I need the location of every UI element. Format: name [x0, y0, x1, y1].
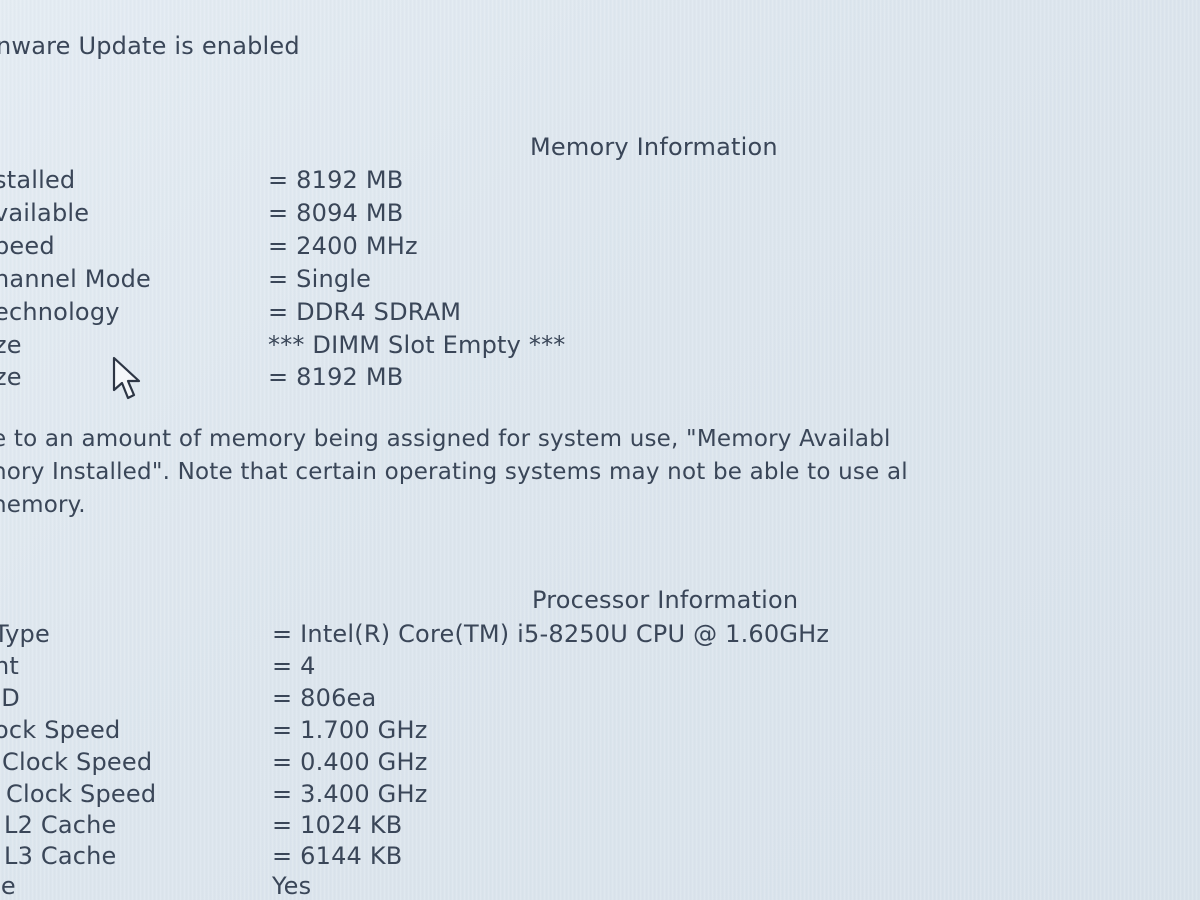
processor-id-value: = 806ea	[272, 684, 377, 712]
maximum-clock-speed-label: Clock Speed	[6, 780, 157, 808]
memory-speed-label: peed	[0, 232, 55, 260]
minimum-clock-speed-value: = 0.400 GHz	[272, 748, 428, 776]
memory-note-line-3: nemory.	[0, 492, 86, 518]
dimm-b-size-label: ze	[0, 363, 22, 391]
l3-cache-label: L3 Cache	[4, 842, 117, 870]
processor-type-value: = Intel(R) Core(TM) i5-8250U CPU @ 1.60G…	[272, 620, 830, 648]
l2-cache-label: L2 Cache	[4, 811, 117, 839]
processor-id-label: ID	[0, 684, 20, 712]
dimm-b-size-value: = 8192 MB	[268, 363, 404, 391]
firmware-update-status: nware Update is enabled	[0, 32, 300, 60]
processor-section-heading: Processor Information	[532, 586, 799, 614]
memory-channel-mode-value: = Single	[268, 265, 372, 293]
current-clock-speed-label: ock Speed	[0, 716, 121, 744]
memory-channel-mode-label: hannel Mode	[0, 265, 151, 293]
dimm-a-size-label: ze	[0, 331, 22, 359]
minimum-clock-speed-label: Clock Speed	[2, 748, 153, 776]
dimm-a-size-value: *** DIMM Slot Empty ***	[268, 331, 566, 359]
memory-speed-value: = 2400 MHz	[268, 232, 418, 260]
ht-capable-value: Yes	[272, 872, 312, 900]
l2-cache-value: = 1024 KB	[272, 811, 403, 839]
memory-technology-label: echnology	[0, 298, 120, 326]
memory-installed-value: = 8192 MB	[268, 166, 404, 194]
memory-available-value: = 8094 MB	[268, 199, 404, 227]
memory-technology-value: = DDR4 SDRAM	[268, 298, 462, 326]
processor-type-label: Type	[0, 620, 50, 648]
memory-note-line-1: e to an amount of memory being assigned …	[0, 426, 891, 452]
memory-available-label: vailable	[0, 199, 90, 227]
mouse-cursor-icon	[112, 356, 141, 400]
core-count-value: = 4	[272, 652, 316, 680]
ht-capable-label: le	[0, 872, 16, 900]
current-clock-speed-value: = 1.700 GHz	[272, 716, 428, 744]
memory-section-heading: Memory Information	[530, 133, 778, 161]
maximum-clock-speed-value: = 3.400 GHz	[272, 780, 428, 808]
memory-installed-label: stalled	[0, 166, 76, 194]
l3-cache-value: = 6144 KB	[272, 842, 403, 870]
core-count-label: nt	[0, 652, 20, 680]
memory-note-line-2: nory Installed". Note that certain opera…	[0, 459, 908, 485]
